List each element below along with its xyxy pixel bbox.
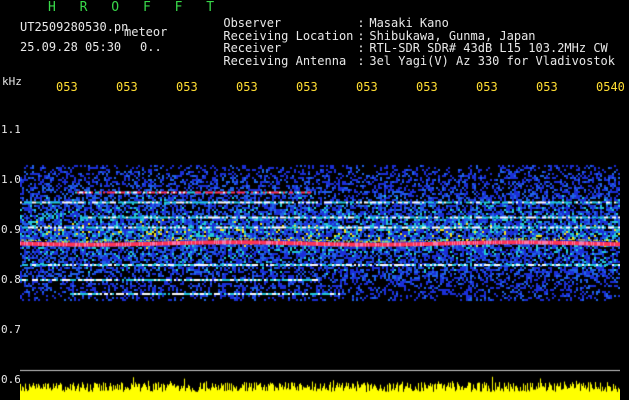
info-row-observer: Observer: Masaki Kano — [180, 5, 615, 30]
frequency-tick-label: 0.7 — [1, 323, 21, 336]
time-tick-label: 053 — [356, 80, 378, 94]
info-separator: : — [357, 41, 365, 56]
frequency-unit-label: kHz — [2, 75, 22, 88]
frequency-tick-label: 1.1 — [1, 123, 21, 136]
station-info: Observer: Masaki Kano Receiving Location:… — [180, 5, 615, 67]
frequency-tick-label: 0.9 — [1, 223, 21, 236]
time-tick-label: 0540 — [596, 80, 625, 94]
datetime-label: 25.09.28 05:30 — [20, 40, 122, 54]
frequency-tick-label: 1.0 — [1, 173, 21, 186]
info-key: Observer — [223, 16, 282, 31]
status-value: 0.. — [140, 40, 162, 54]
time-tick-label: 053 — [476, 80, 498, 94]
info-value: 3el Yagi(V) Az 330 for Vladivostok — [369, 53, 615, 68]
spectrogram-plot — [20, 100, 620, 400]
time-tick-label: 053 — [536, 80, 558, 94]
time-tick-label: 053 — [416, 80, 438, 94]
time-tick-label: 053 — [116, 80, 138, 94]
filename-label: UT2509280530.pn — [20, 20, 129, 34]
hrofft-viewer: H R O F F T UT2509280530.pn meteor 25.09… — [0, 0, 629, 400]
time-tick-label: 053 — [176, 80, 198, 94]
frequency-tick-label: 0.6 — [1, 373, 21, 386]
mode-label: meteor — [124, 25, 168, 39]
time-tick-label: 053 — [56, 80, 78, 94]
info-separator: : — [357, 16, 365, 31]
info-separator: : — [357, 53, 365, 68]
info-key: Receiving Antenna — [223, 53, 347, 68]
time-tick-label: 053 — [236, 80, 258, 94]
frequency-tick-label: 0.8 — [1, 273, 21, 286]
info-key: Receiver — [223, 41, 282, 56]
time-tick-label: 053 — [296, 80, 318, 94]
